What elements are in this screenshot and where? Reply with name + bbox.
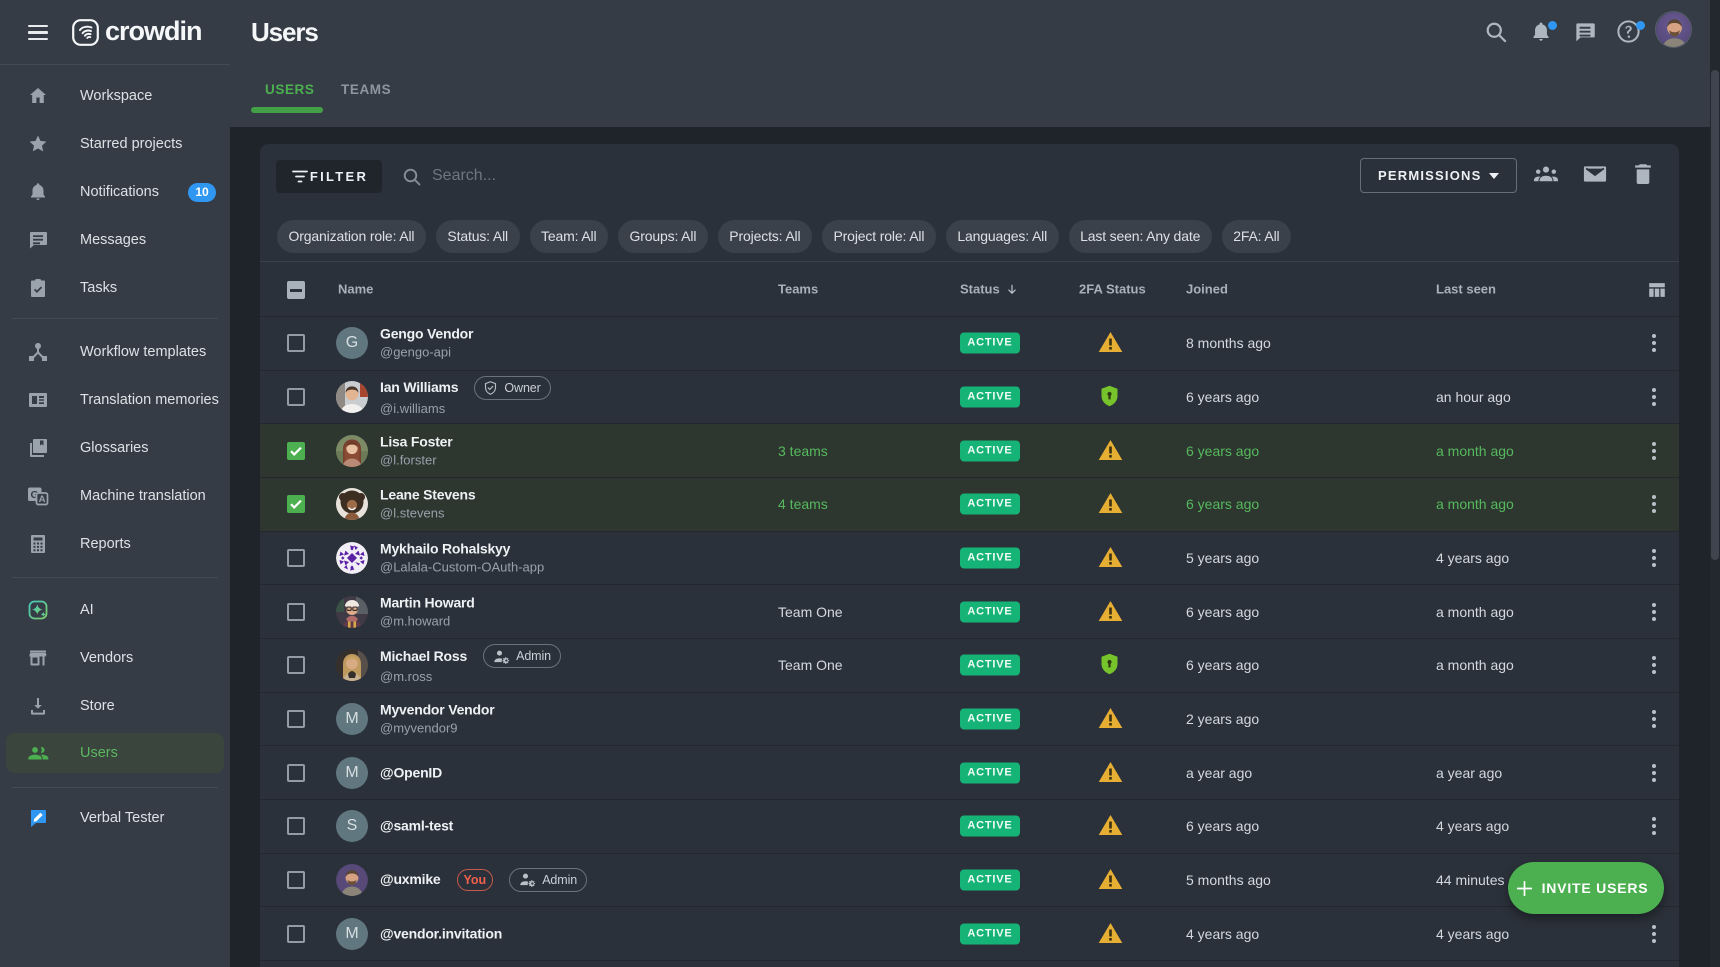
svg-text:A: A [39, 494, 46, 505]
